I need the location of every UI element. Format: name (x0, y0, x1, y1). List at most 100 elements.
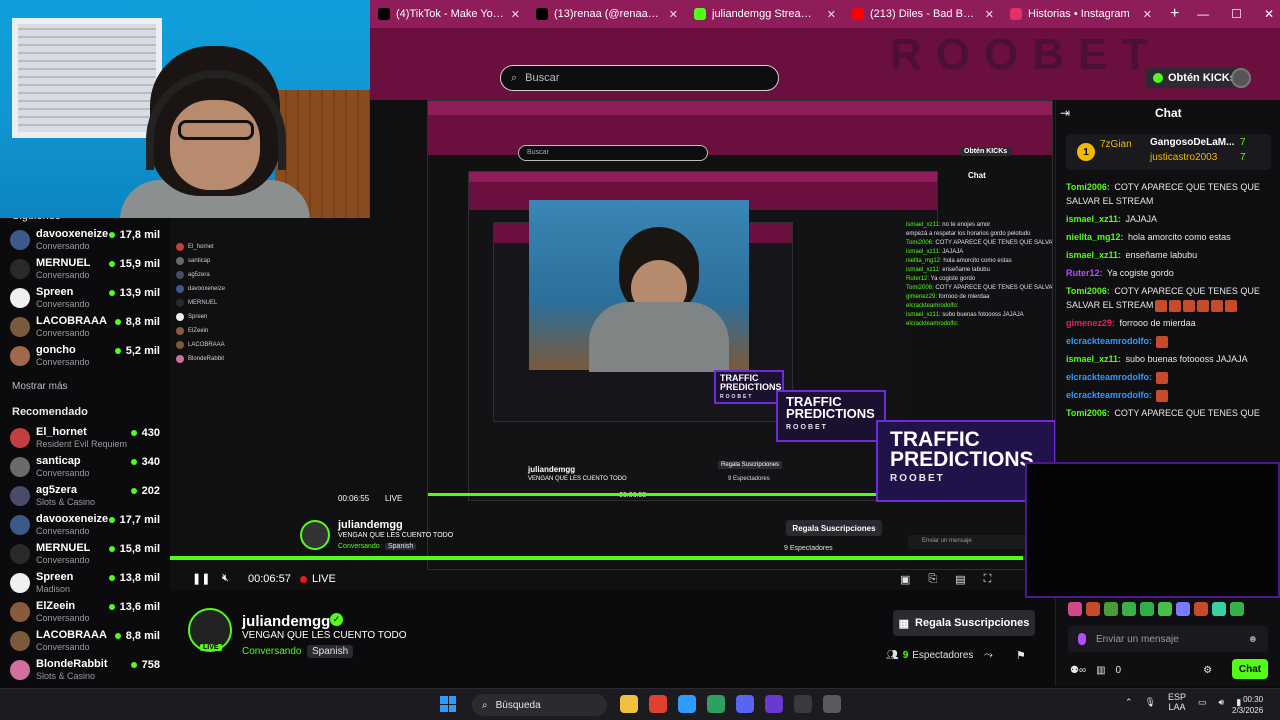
sidebar-channel[interactable]: Spreen Madison 13,8 mil (10, 569, 160, 597)
top-gifter-name[interactable]: 7zGian (1100, 139, 1132, 150)
fullscreen-icon[interactable]: ⛶ (984, 573, 992, 586)
obs-icon[interactable] (765, 695, 783, 713)
emote-icon[interactable] (1086, 602, 1100, 616)
emote-icon[interactable] (1230, 602, 1244, 616)
emote-icon[interactable] (1068, 602, 1082, 616)
network-icon[interactable]: ▭ (1198, 697, 1207, 708)
chat-message[interactable]: elcrackteamrodolfo: (1066, 370, 1276, 384)
gift-subscriptions-button[interactable]: ▦ Regala Suscripciones (893, 610, 1035, 636)
edge-icon[interactable] (678, 695, 696, 713)
chat-message-input[interactable]: Enviar un mensaje ☻ (1068, 626, 1268, 652)
browser-tab[interactable]: (13)renaa (@renaagulino) | TikTok ✕ (528, 0, 686, 28)
chat-message[interactable]: elcrackteamrodolfo: (1066, 334, 1276, 348)
chat-message[interactable]: Tomi2006: COTY APARECE QUE TENES QUE SAL… (1066, 180, 1276, 208)
share-icon[interactable]: ⤳ (984, 649, 993, 662)
user-avatar[interactable] (1231, 68, 1251, 88)
sidebar-channel[interactable]: santicap Conversando 340 (10, 453, 160, 481)
file-explorer-icon[interactable] (620, 695, 638, 713)
chat-username[interactable]: gimenez29: (1066, 318, 1115, 328)
sidebar-channel[interactable]: LACOBRAAA Conversando 8,8 mil (10, 313, 160, 341)
sidebar-channel[interactable]: BlondeRabbit Slots & Casino 758 (10, 656, 160, 684)
input-language[interactable]: ESP LAA (1168, 692, 1186, 712)
close-tab-icon[interactable]: ✕ (511, 8, 520, 21)
browser-tab[interactable]: juliandemgg Stream - Watch Live ✕ (686, 0, 844, 28)
sidebar-channel[interactable]: El_hornet Resident Evil Requiem 430 (10, 424, 160, 452)
emote-icon[interactable] (1212, 602, 1226, 616)
get-kicks-button[interactable]: Obtén KICKs (1145, 68, 1244, 88)
chat-message[interactable]: Tomi2006: COTY APARECE QUE TENES QUE SAL… (1066, 284, 1276, 312)
sidebar-channel[interactable]: ElZeein Conversando 13,6 mil (10, 598, 160, 626)
points-icon[interactable]: ▥ (1096, 665, 1105, 676)
chat-message[interactable]: gimenez29: forrooo de mierdaa (1066, 316, 1276, 330)
settings-icon[interactable]: ▤ (955, 573, 965, 586)
mic-tray-icon[interactable]: 🎙︎ (1145, 697, 1156, 708)
emote-icon[interactable] (1158, 602, 1172, 616)
chat-username[interactable]: elcrackteamrodolfo: (1066, 390, 1152, 400)
sidebar-channel[interactable]: LACOBRAAA Conversando 8,8 mil (10, 627, 160, 655)
browser-tab[interactable]: (213) Diles - Bad Bunny, Ozuna ✕ (844, 0, 1002, 28)
emote-icon[interactable] (1122, 602, 1136, 616)
show-more-link[interactable]: Mostrar más (12, 381, 68, 392)
theater-mode-icon[interactable]: ▣ (900, 573, 910, 586)
chat-username[interactable]: ismael_xz11: (1066, 250, 1121, 260)
new-tab-button[interactable]: + (1160, 5, 1189, 23)
emote-icon[interactable] (1176, 602, 1190, 616)
close-tab-icon[interactable]: ✕ (985, 8, 994, 21)
media-player-icon[interactable] (794, 695, 812, 713)
gifter-3-name[interactable]: justicastro2003 (1150, 152, 1217, 163)
browser-tab[interactable]: (4)TikTok - Make Your Day ✕ (370, 0, 528, 28)
emote-icon[interactable] (1194, 602, 1208, 616)
chat-username[interactable]: elcrackteamrodolfo: (1066, 336, 1152, 346)
stream-category[interactable]: Conversando (242, 646, 301, 657)
chat-username[interactable]: ismael_xz11: (1066, 354, 1121, 364)
sidebar-channel[interactable]: MERNUEL Conversando 15,8 mil (10, 540, 160, 568)
chrome-app-icon[interactable] (707, 695, 725, 713)
clip-icon[interactable]: ⎘ (928, 573, 937, 586)
chat-username[interactable]: Tomi2006: (1066, 286, 1110, 296)
gifter-2-name[interactable]: GangosoDeLaM... (1150, 137, 1234, 148)
chat-send-button[interactable]: Chat (1232, 659, 1268, 679)
close-window-button[interactable]: ✕ (1264, 7, 1274, 21)
search-input[interactable]: ⌕ Buscar (500, 65, 779, 91)
mute-icon[interactable]: 🔇︎ (222, 572, 229, 585)
users-icon[interactable]: ⚉∞ (1070, 665, 1086, 676)
chat-settings-icon[interactable]: ⚙ (1203, 665, 1212, 676)
sidebar-channel[interactable]: Spreen Conversando 13,9 mil (10, 284, 160, 312)
browser-tab[interactable]: Historias • Instagram ✕ (1002, 0, 1160, 28)
chat-message[interactable]: Tomi2006: COTY APARECE QUE TENES QUE (1066, 406, 1276, 420)
pause-button[interactable]: ❚❚ (192, 572, 210, 585)
sidebar-channel[interactable]: goncho Conversando 5,2 mil (10, 342, 160, 370)
chat-message[interactable]: elcrackteamrodolfo: (1066, 388, 1276, 402)
sidebar-channel[interactable]: ag5zera Slots & Casino 202 (10, 482, 160, 510)
chat-username[interactable]: niellta_mg12: (1066, 232, 1124, 242)
streamer-name[interactable]: juliandemgg (242, 613, 330, 630)
emote-icon[interactable] (1104, 602, 1118, 616)
chrome-icon[interactable] (649, 695, 667, 713)
collapse-chat-icon[interactable]: ⇥ (1060, 106, 1070, 120)
discord-icon[interactable] (736, 695, 754, 713)
chat-message[interactable]: ismael_xz11: JAJAJA (1066, 212, 1276, 226)
sidebar-channel[interactable]: davooxeneize Conversando 17,8 mil (10, 226, 160, 254)
maximize-button[interactable]: ☐ (1231, 7, 1242, 21)
taskbar-clock[interactable]: 00:30 2/3/2026 (1232, 694, 1263, 716)
emote-icon[interactable] (1140, 602, 1154, 616)
emoji-icon[interactable]: ☻ (1247, 634, 1258, 645)
chat-username[interactable]: elcrackteamrodolfo: (1066, 372, 1152, 382)
chat-message[interactable]: ismael_xz11: subo buenas fotoooss JAJAJA (1066, 352, 1276, 366)
chevron-up-icon[interactable]: ⌃ (1125, 697, 1133, 708)
more-options-icon[interactable]: ⚑ (1016, 649, 1026, 662)
close-tab-icon[interactable]: ✕ (669, 8, 678, 21)
chat-message[interactable]: ismael_xz11: enseñame labubu (1066, 248, 1276, 262)
chat-message[interactable]: niellta_mg12: hola amorcito como estas (1066, 230, 1276, 244)
chat-username[interactable]: Tomi2006: (1066, 182, 1110, 192)
taskbar-search[interactable]: ⌕ Búsqueda (472, 694, 607, 716)
volume-icon[interactable]: 🔊︎ (1219, 697, 1225, 708)
sidebar-channel[interactable]: MERNUEL Conversando 15,9 mil (10, 255, 160, 283)
chat-username[interactable]: Tomi2006: (1066, 408, 1110, 418)
chat-username[interactable]: Ruter12: (1066, 268, 1103, 278)
sidebar-channel[interactable]: davooxeneize Conversando 17,7 mil (10, 511, 160, 539)
chat-username[interactable]: ismael_xz11: (1066, 214, 1121, 224)
close-tab-icon[interactable]: ✕ (827, 8, 836, 21)
settings-icon[interactable] (823, 695, 841, 713)
close-tab-icon[interactable]: ✕ (1143, 8, 1152, 21)
